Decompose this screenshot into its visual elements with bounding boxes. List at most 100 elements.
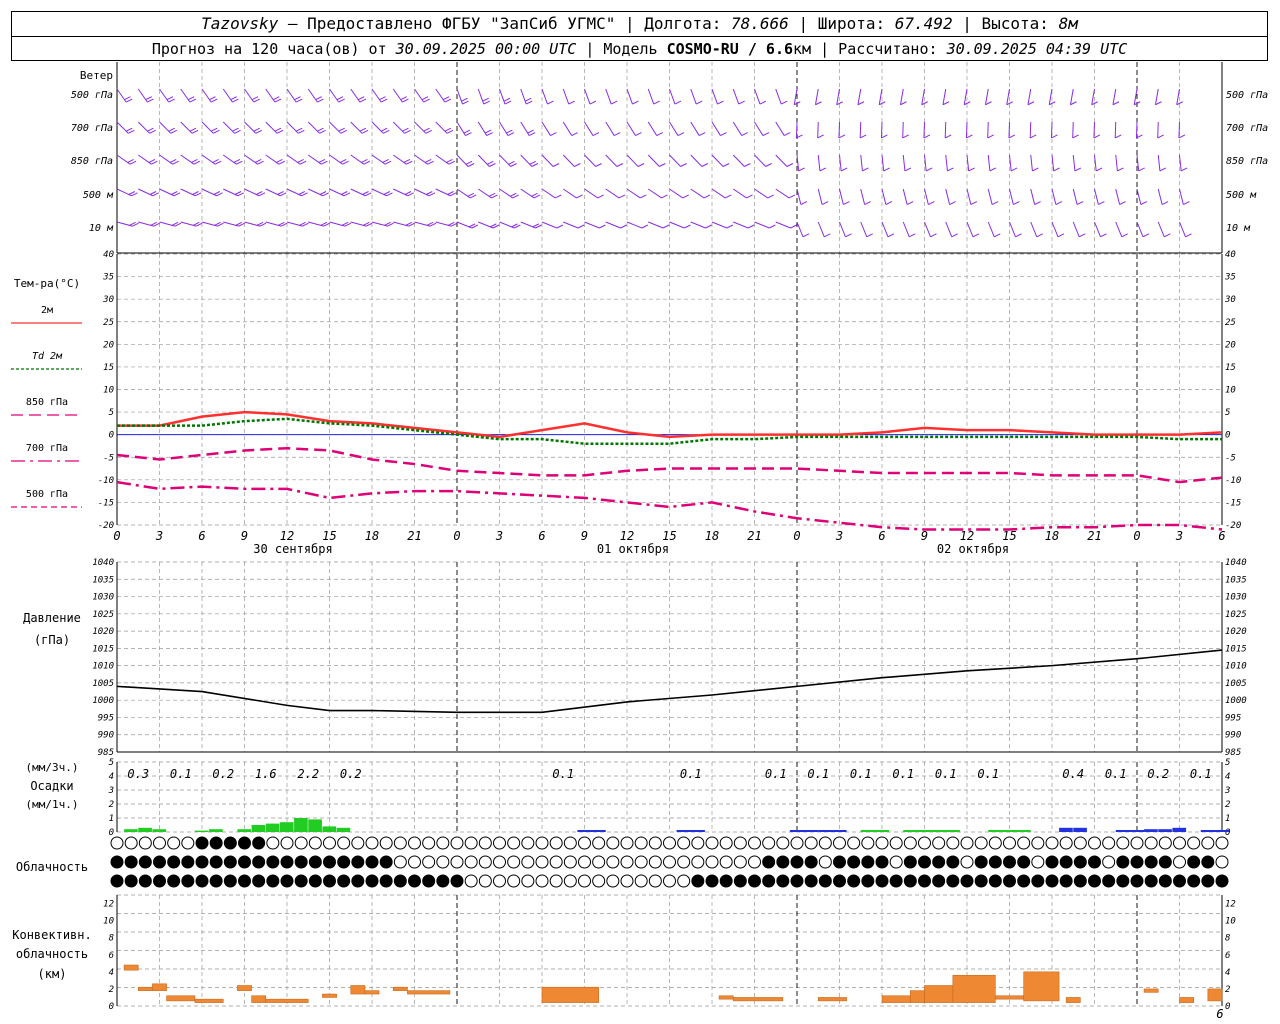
wind-barb-feather: [610, 100, 618, 105]
wind-barb-staff: [392, 121, 405, 134]
cloud-cover-circle: [195, 855, 209, 869]
conv-cloud-bar: [152, 983, 167, 991]
cloud-cover-circle: [988, 874, 1002, 888]
wind-barb-staff: [754, 88, 761, 105]
cloud-cover-circle: [776, 874, 790, 888]
cloud-cover-circle: [563, 874, 577, 888]
cloud-cover-circle: [507, 874, 521, 888]
precip-3h-total: 1.6: [255, 767, 277, 781]
cloud-cover-circle: [634, 836, 648, 850]
conv-axis-tick-right: 12: [1225, 900, 1236, 910]
wind-barb-staff: [880, 121, 883, 139]
wind-barb-staff: [392, 88, 403, 103]
cloud-cover-circle: [1130, 836, 1144, 850]
wind-barb-staff: [605, 121, 615, 136]
wind-barb-staff: [899, 88, 904, 105]
wind-barb-staff: [605, 188, 620, 199]
wind-barb-staff: [584, 121, 594, 136]
precip-3h-total: 0.2: [340, 767, 362, 781]
wind-barb-feather: [994, 233, 1001, 238]
wind-barb-feather: [840, 167, 848, 172]
wind-barb-staff: [924, 221, 931, 238]
cloud-cover-circle: [422, 855, 436, 869]
cloud-cover-circle: [663, 836, 676, 850]
rain-bar: [152, 829, 167, 832]
precip-3h-total: 0.4: [1062, 767, 1084, 781]
wind-barb-staff: [669, 88, 676, 105]
wind-barb-staff: [839, 188, 844, 205]
cloud-cover-circle: [861, 855, 875, 869]
wind-barb-feather: [274, 127, 282, 132]
wind-barb-staff: [987, 188, 993, 205]
wind-barb-staff: [775, 88, 782, 105]
conv-axis-tick-left: 2: [109, 985, 114, 995]
cloud-cover-circle: [464, 874, 478, 888]
wind-barb-feather: [384, 160, 392, 165]
wind-barb-staff: [392, 154, 407, 165]
pressure-axis-tick-left: 1030: [92, 593, 114, 603]
wind-barb-feather: [276, 159, 283, 163]
wind-level-label: 500 гПа: [71, 90, 113, 101]
cloud-cover-circle: [308, 855, 322, 869]
wind-barb-feather: [529, 132, 536, 137]
cloud-cover-circle: [450, 855, 464, 869]
wind-barb-feather: [465, 160, 473, 165]
cloud-cover-circle: [960, 874, 974, 888]
cloud-cover-circle: [294, 836, 308, 850]
wind-barb-staff: [286, 88, 297, 103]
pressure-axis-tick-right: 995: [1225, 713, 1241, 723]
wind-barb-feather: [930, 233, 937, 238]
cloud-cover-circle: [323, 836, 336, 850]
pressure-axis-tick-right: 985: [1225, 748, 1241, 758]
trace-precip-bar: [931, 830, 960, 832]
wind-barb-feather: [318, 159, 326, 163]
cloud-cover-circle: [1130, 855, 1144, 869]
wind-barb-feather: [129, 160, 137, 165]
wind-barb-staff: [499, 154, 511, 167]
wind-barb-staff: [563, 221, 579, 229]
conv-cloud-bar: [924, 985, 954, 1003]
cloud-cover-circle: [1158, 855, 1172, 869]
conv-axis-tick-right: 0: [1225, 1002, 1230, 1012]
snow-bar: [1073, 827, 1087, 832]
wind-barb-feather: [210, 98, 218, 103]
wind-barb-feather: [883, 167, 890, 172]
wind-barb-staff: [307, 121, 320, 134]
wind-barb-feather: [859, 134, 867, 139]
wind-barb-feather: [210, 127, 218, 132]
cloud-cover-circle: [535, 836, 549, 850]
temp-axis-tick-left: 35: [102, 273, 114, 283]
wind-barb-staff: [159, 154, 173, 165]
wind-barb-feather: [906, 201, 914, 205]
wind-level-label: 500 м: [83, 190, 114, 201]
cloud-cover-circle: [932, 874, 946, 888]
wind-barb-feather: [404, 129, 411, 134]
precip-axis-title: Осадки: [30, 779, 73, 793]
wind-barb-feather: [147, 98, 154, 103]
cloud-cover-circle: [932, 855, 946, 869]
hour-tick-label: 0: [113, 529, 120, 543]
cloud-cover-circle: [677, 855, 691, 869]
cloud-cover-circle: [408, 874, 421, 888]
cloud-cover-circle: [223, 874, 237, 888]
cloud-cover-circle: [167, 855, 181, 869]
conv-axis-title-2: облачность: [16, 947, 88, 961]
wind-barb-feather: [531, 192, 538, 197]
rain-bar: [237, 829, 252, 832]
wind-barb-feather: [278, 160, 286, 165]
wind-barb-feather: [817, 134, 824, 139]
wind-barb-feather: [947, 167, 954, 172]
conv-cloud-bar: [718, 995, 734, 1000]
cloud-cover-circle: [422, 836, 436, 850]
wind-barb-staff: [286, 154, 301, 165]
cloud-cover-circle: [521, 855, 535, 869]
cloud-cover-circle: [748, 874, 761, 888]
wind-barb-staff: [1008, 121, 1010, 139]
wind-barb-staff: [626, 121, 636, 136]
cloud-cover-circle: [1017, 855, 1031, 869]
wind-barb-feather: [885, 201, 893, 205]
cloud-cover-circle: [946, 836, 960, 850]
wind-barb-feather: [491, 194, 498, 199]
wind-barb-feather: [653, 100, 660, 105]
wind-barb-staff: [690, 88, 697, 105]
